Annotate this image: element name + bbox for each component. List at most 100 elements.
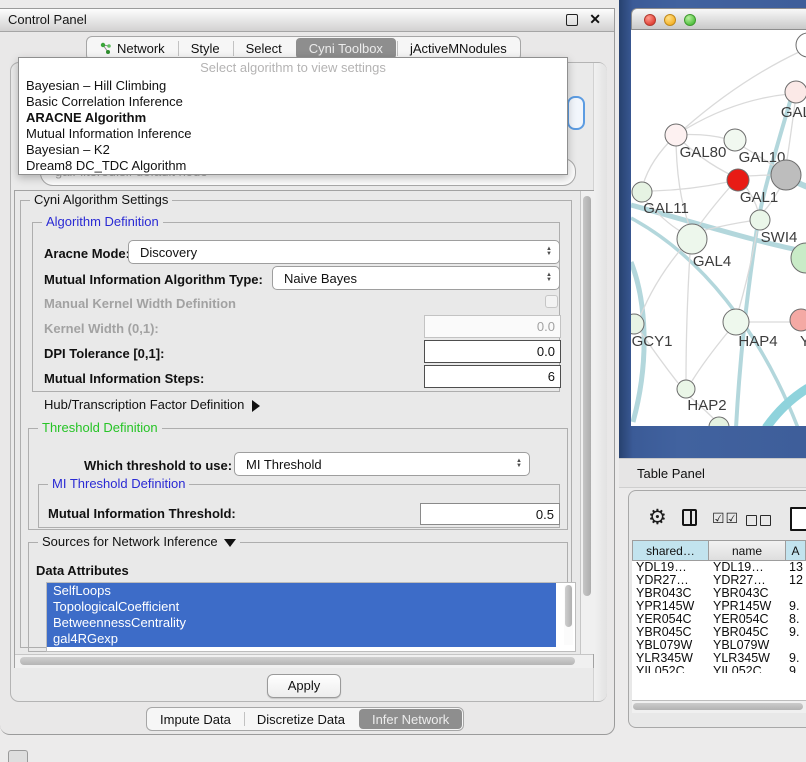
- network-node-gal11[interactable]: [632, 182, 652, 202]
- sources-title[interactable]: Sources for Network Inference: [38, 534, 240, 549]
- dpi-tolerance-field[interactable]: 0.0: [424, 340, 561, 363]
- column-header-a[interactable]: A: [786, 540, 806, 561]
- attribute-list-item[interactable]: TopologicalCoefficient: [47, 599, 556, 615]
- algorithm-option[interactable]: Dream8 DC_TDC Algorithm: [19, 158, 567, 174]
- table-row[interactable]: YDL19…YDL19…13: [632, 561, 806, 574]
- network-node-swi4[interactable]: [750, 210, 770, 230]
- node-label: Y: [800, 333, 806, 350]
- mi-threshold-label: Mutual Information Threshold:: [48, 506, 236, 521]
- node-label: SWI4: [761, 229, 798, 246]
- table-row[interactable]: YDR27…YDR27…12: [632, 574, 806, 587]
- combo-arrows-icon: ▲▼: [542, 273, 556, 283]
- scrollbar-thumb[interactable]: [20, 657, 575, 665]
- network-node-hap2[interactable]: [677, 380, 695, 398]
- panel-vertical-scrollbar[interactable]: [593, 63, 607, 701]
- apply-button[interactable]: Apply: [267, 674, 341, 698]
- table-cell: YPR145W: [709, 600, 786, 613]
- network-window-titlebar[interactable]: [631, 8, 806, 30]
- settings-gear-icon[interactable]: ⚙: [648, 507, 667, 528]
- focused-spinner-remnant[interactable]: [567, 96, 585, 130]
- node-label: GAL80: [680, 144, 727, 161]
- table-row[interactable]: YBL079WYBL079W: [632, 639, 806, 652]
- network-edge[interactable]: [686, 253, 690, 380]
- window-title: Control Panel: [8, 12, 87, 27]
- table-cell: [786, 587, 806, 600]
- table-cell: YDR27…: [632, 574, 709, 587]
- network-node-hap4[interactable]: [723, 309, 749, 335]
- table-row[interactable]: YER054CYER054C8.: [632, 613, 806, 626]
- table-body: YDL19…YDL19…13YDR27…YDR27…12YBR043CYBR04…: [632, 561, 806, 673]
- close-icon[interactable]: ✕: [589, 11, 601, 28]
- close-traffic-light-icon[interactable]: [644, 14, 656, 26]
- algorithm-option[interactable]: Bayesian – Hill Climbing: [19, 78, 567, 94]
- table-row[interactable]: YIL052CYIL052C9: [632, 665, 806, 673]
- scrollbar-thumb[interactable]: [633, 703, 803, 710]
- new-table-document-icon[interactable]: [790, 507, 806, 531]
- column-layout-icon[interactable]: [682, 509, 697, 526]
- table-row[interactable]: YBR043CYBR043C: [632, 587, 806, 600]
- network-node[interactable]: [771, 160, 801, 190]
- aracne-mode-combobox[interactable]: Discovery ▲▼: [128, 240, 560, 264]
- cyni-algorithm-settings-title: Cyni Algorithm Settings: [30, 192, 172, 207]
- table-panel-titlebar[interactable]: Table Panel: [619, 458, 806, 488]
- network-node-gal4[interactable]: [677, 224, 707, 254]
- aracne-mode-label: Aracne Mode:: [44, 246, 130, 261]
- table-row[interactable]: YBR045CYBR045C9.: [632, 626, 806, 639]
- manual-kernel-width-checkbox[interactable]: [545, 295, 558, 308]
- scrollbar-thumb[interactable]: [583, 196, 591, 596]
- algorithm-option[interactable]: Bayesian – K2: [19, 142, 567, 158]
- checked-columns-icon[interactable]: ☑☑: [712, 510, 739, 527]
- float-window-icon[interactable]: [566, 14, 578, 26]
- tab-discretize-data[interactable]: Discretize Data: [244, 708, 358, 730]
- data-attributes-list[interactable]: SelfLoopsTopologicalCoefficientBetweenne…: [46, 582, 576, 652]
- table-cell: YBR045C: [632, 626, 709, 639]
- network-edge[interactable]: [698, 187, 730, 227]
- network-edge[interactable]: [692, 332, 728, 381]
- settings-vertical-scrollbar[interactable]: [580, 191, 594, 654]
- network-node-gal1[interactable]: [727, 169, 749, 191]
- hub-transcription-section-toggle[interactable]: Hub/Transcription Factor Definition: [44, 397, 260, 412]
- zoom-traffic-light-icon[interactable]: [684, 14, 696, 26]
- mi-algo-type-label: Mutual Information Algorithm Type:: [44, 272, 263, 287]
- list-scrollbar[interactable]: [564, 585, 573, 645]
- table-cell: 8.: [786, 613, 806, 626]
- scrollbar-thumb[interactable]: [565, 585, 572, 627]
- algorithm-option[interactable]: Mutual Information Inference: [19, 126, 567, 142]
- table-cell: YER054C: [632, 613, 709, 626]
- algorithm-option[interactable]: ARACNE Algorithm: [19, 110, 567, 126]
- minimize-traffic-light-icon[interactable]: [664, 14, 676, 26]
- attribute-list-item[interactable]: gal4RGexp: [47, 631, 556, 647]
- network-edge[interactable]: [766, 388, 806, 426]
- network-node-gal10[interactable]: [724, 129, 746, 151]
- network-node-y[interactable]: [790, 309, 806, 331]
- attribute-list-item[interactable]: SelfLoops: [47, 583, 556, 599]
- algorithm-option[interactable]: Basic Correlation Inference: [19, 94, 567, 110]
- network-node[interactable]: [709, 417, 729, 426]
- kernel-width-field[interactable]: 0.0: [424, 315, 561, 338]
- column-header-shared[interactable]: shared…: [632, 540, 709, 561]
- network-node-gal80[interactable]: [665, 124, 687, 146]
- table-row[interactable]: YLR345WYLR345W9.: [632, 652, 806, 665]
- tab-impute-data[interactable]: Impute Data: [147, 708, 244, 730]
- control-panel-titlebar[interactable]: Control Panel ✕: [0, 9, 614, 32]
- which-threshold-combobox[interactable]: MI Threshold ▲▼: [234, 452, 530, 476]
- column-header-name[interactable]: name: [709, 540, 786, 561]
- mi-threshold-field[interactable]: 0.5: [420, 503, 560, 525]
- unchecked-columns-icon[interactable]: [746, 513, 774, 531]
- network-edge[interactable]: [652, 182, 728, 191]
- tab-infer-network[interactable]: Infer Network: [359, 709, 462, 729]
- table-row[interactable]: YPR145WYPR145W9.: [632, 600, 806, 613]
- combo-arrows-icon: ▲▼: [542, 247, 556, 257]
- mi-algo-type-combobox[interactable]: Naive Bayes ▲▼: [272, 266, 560, 290]
- table-cell: YLR345W: [709, 652, 786, 665]
- network-node-gal7[interactable]: [785, 81, 806, 103]
- network-canvas[interactable]: GAL7GAL80GAL10GAL1GAL11GAL4SWI4GCY1HAP4Y…: [631, 30, 806, 426]
- table-horizontal-scrollbar[interactable]: [632, 700, 806, 713]
- settings-horizontal-scrollbar[interactable]: [15, 654, 593, 668]
- tab-cyni-toolbox[interactable]: Cyni Toolbox: [296, 38, 396, 59]
- table-cell: YBR045C: [709, 626, 786, 639]
- minimized-panel-icon[interactable]: [8, 750, 28, 762]
- network-edge[interactable]: [640, 248, 682, 317]
- mi-steps-field[interactable]: 6: [424, 365, 561, 388]
- attribute-list-item[interactable]: BetweennessCentrality: [47, 615, 556, 631]
